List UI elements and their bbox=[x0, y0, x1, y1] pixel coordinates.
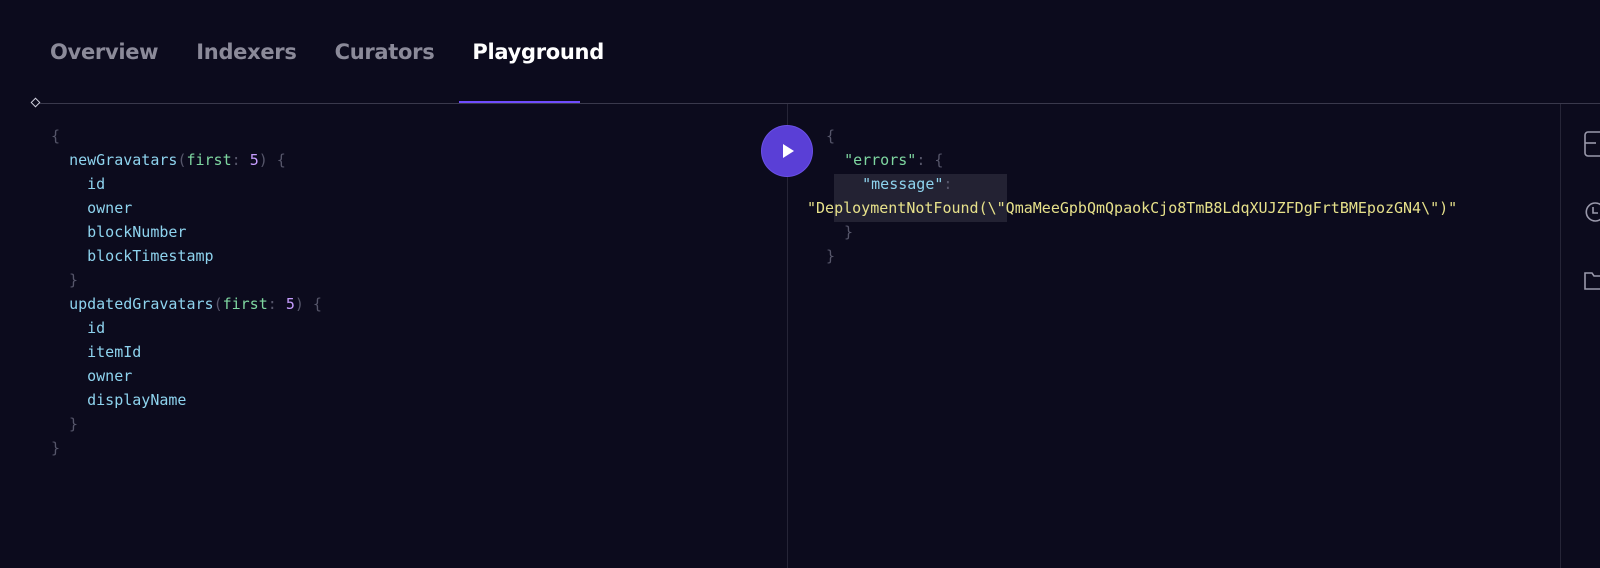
tab-curators[interactable]: Curators bbox=[335, 40, 435, 88]
query-line: id bbox=[87, 175, 106, 193]
folder-icon[interactable] bbox=[1584, 268, 1600, 297]
query-line: } bbox=[51, 415, 79, 433]
result-line: "DeploymentNotFound(\"QmaMeeGpbQmQpaokCj… bbox=[807, 199, 1458, 217]
query-line: updatedGravatars(first: 5) { bbox=[69, 295, 322, 313]
query-line: newGravatars(first: 5) { bbox=[69, 151, 286, 169]
run-query-button[interactable] bbox=[762, 126, 812, 176]
tab-bar: Overview Indexers Curators Playground bbox=[50, 40, 604, 88]
query-line: id bbox=[87, 319, 106, 337]
query-line: itemId bbox=[87, 343, 142, 361]
query-editor[interactable]: { newGravatars(first: 5) { id owner bloc… bbox=[51, 124, 322, 460]
query-line: } bbox=[51, 439, 61, 457]
tab-overview[interactable]: Overview bbox=[50, 40, 159, 88]
history-icon[interactable] bbox=[1584, 200, 1600, 229]
query-line: owner bbox=[87, 199, 133, 217]
tab-playground[interactable]: Playground bbox=[472, 40, 604, 88]
result-line: "message": bbox=[862, 175, 953, 193]
divider-diamond-icon bbox=[30, 97, 41, 108]
query-line: { bbox=[51, 127, 61, 145]
tab-indexers[interactable]: Indexers bbox=[196, 40, 297, 88]
query-line: owner bbox=[87, 367, 133, 385]
query-line: } bbox=[51, 271, 79, 289]
query-line: blockNumber bbox=[87, 223, 187, 241]
result-line: } bbox=[826, 247, 836, 265]
result-line: { bbox=[826, 127, 836, 145]
result-panel: { "errors": { "message": "DeploymentNotFo… bbox=[807, 124, 1457, 268]
play-icon bbox=[783, 144, 794, 158]
header-divider bbox=[36, 103, 1600, 104]
query-line: displayName bbox=[87, 391, 187, 409]
result-line: } bbox=[826, 223, 854, 241]
sidebar-divider bbox=[1560, 104, 1561, 568]
query-line: blockTimestamp bbox=[87, 247, 214, 265]
document-icon[interactable] bbox=[1584, 131, 1600, 162]
result-line: "errors": { bbox=[844, 151, 944, 169]
